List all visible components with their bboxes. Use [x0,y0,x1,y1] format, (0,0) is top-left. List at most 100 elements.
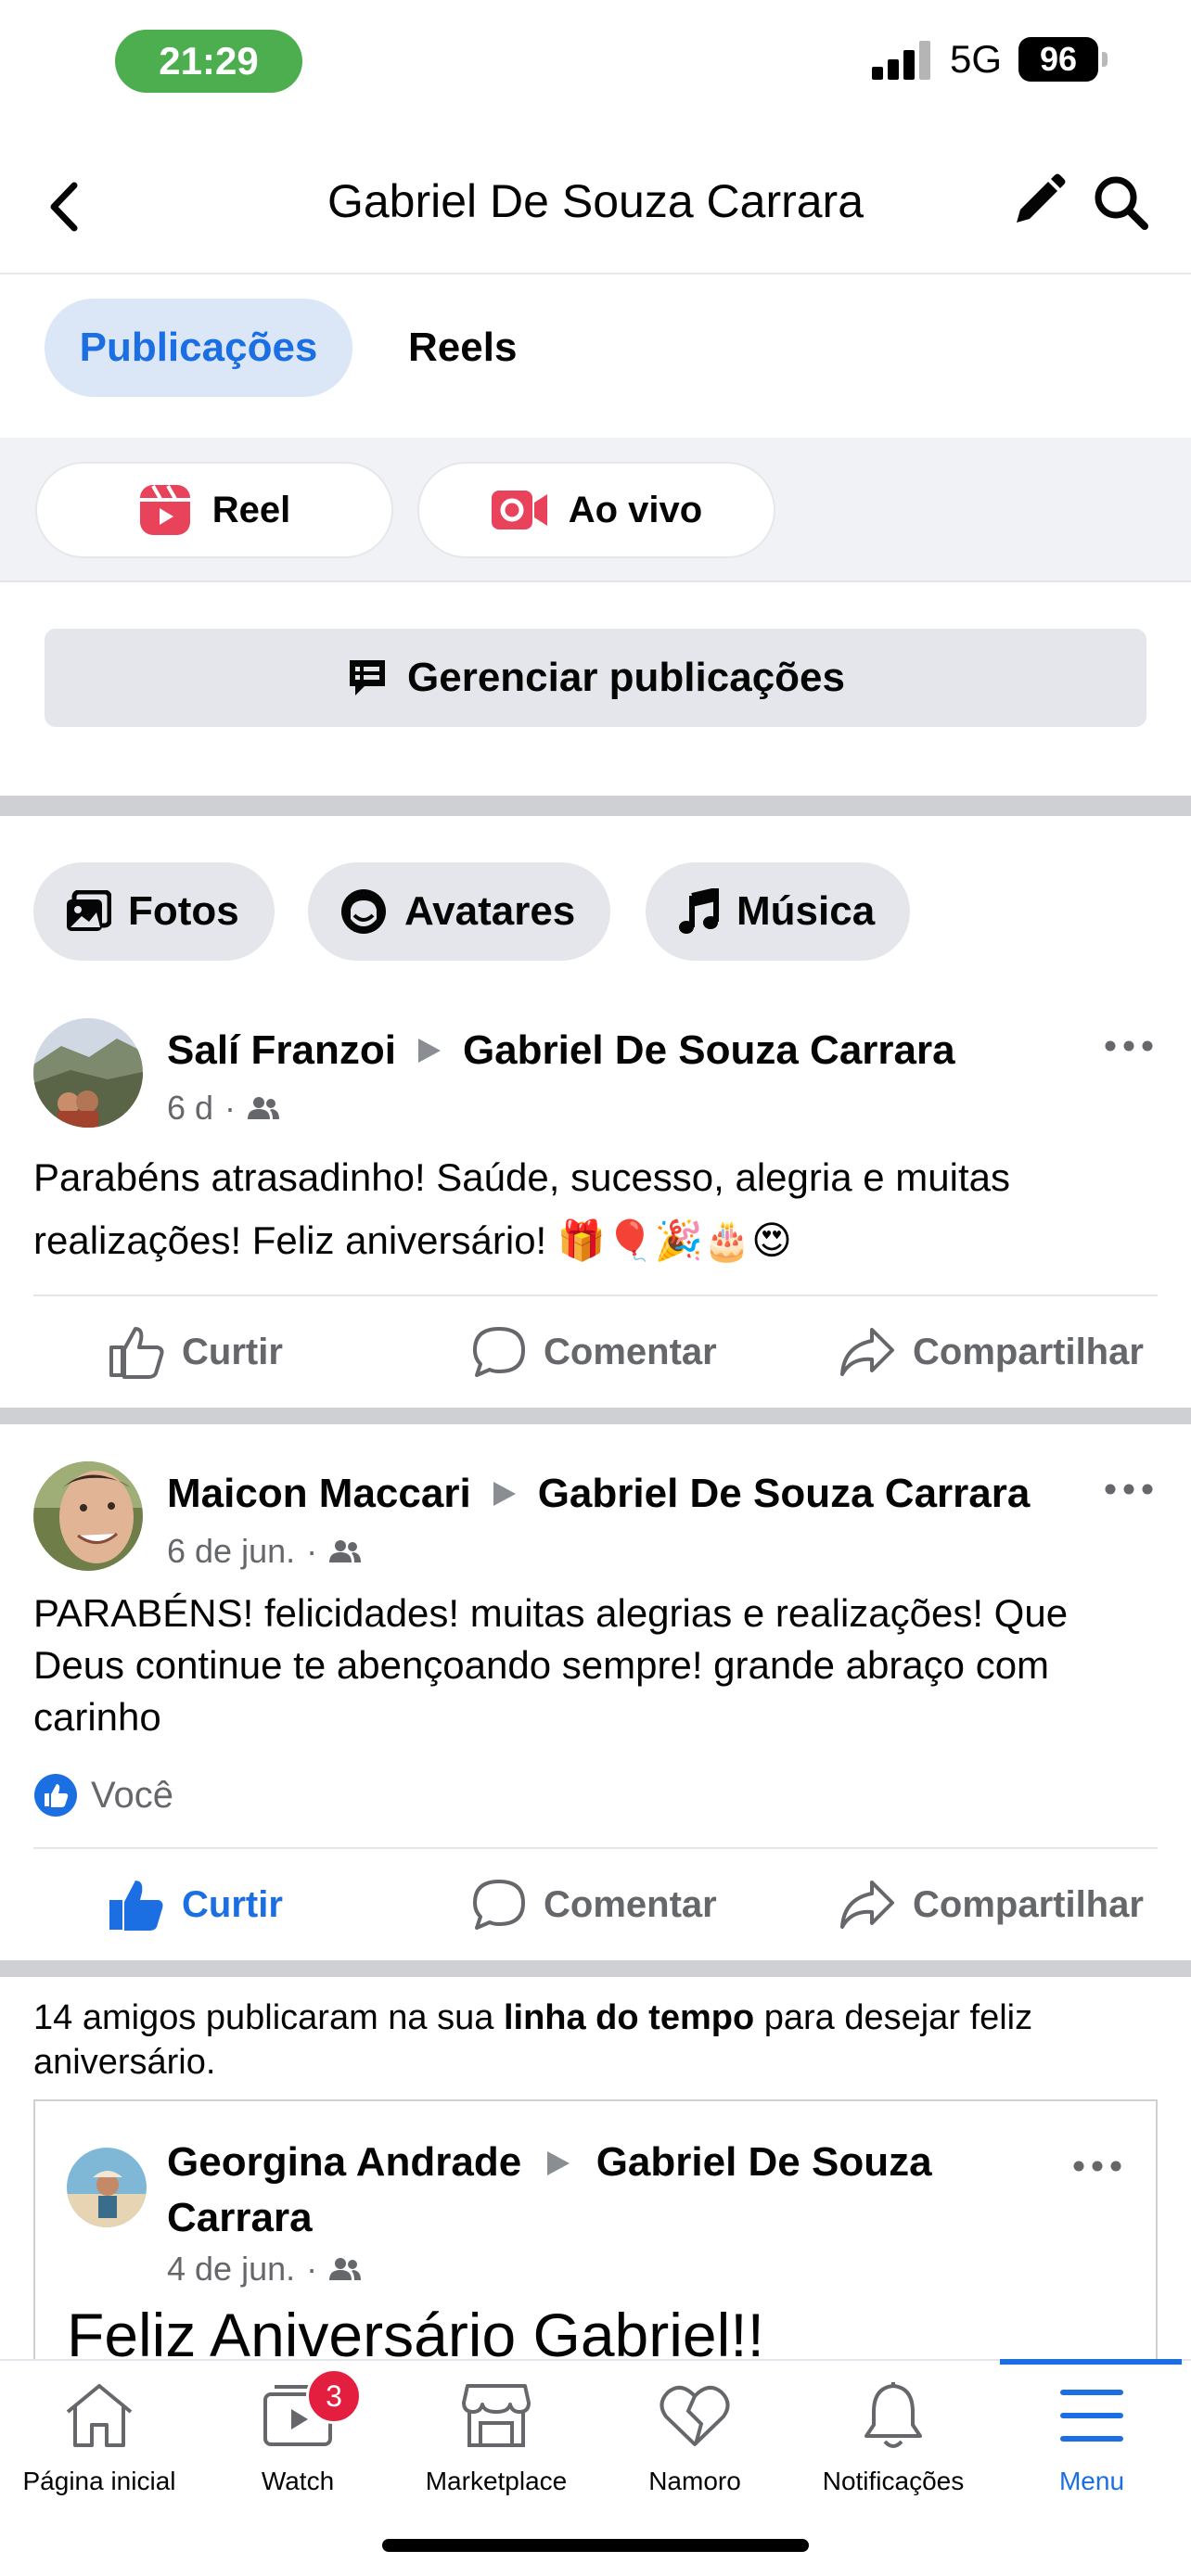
birthday-summary: 14 amigos publicaram na sua linha do tem… [33,1998,1033,2082]
music-icon [679,888,719,934]
share-button[interactable]: Compartilhar [839,1296,1144,1408]
post-time[interactable]: 4 de jun. [167,2250,295,2289]
post-header: Georgina Andrade Gabriel De Souza Carrar… [167,2135,1095,2246]
post-meta: 6 de jun. · [167,1532,362,1571]
post-target[interactable]: Gabriel De Souza [596,2139,932,2185]
comment-icon [473,1327,525,1377]
reel-icon [139,485,190,535]
friends-icon [329,2258,362,2280]
edit-icon[interactable] [1007,172,1067,232]
share-label: Compartilhar [913,1331,1144,1372]
signal-icon [871,41,930,80]
avatar-icon [341,889,386,934]
comment-icon [473,1880,525,1930]
create-reel-button[interactable]: Reel [35,462,393,558]
post-target[interactable]: Gabriel De Souza Carrara [463,1027,955,1074]
filter-photos-label: Fotos [128,888,239,934]
filter-music[interactable]: Música [646,862,911,961]
photos-icon [67,890,111,931]
post-author[interactable]: Salí Franzoi [167,1027,396,1074]
menu-icon [1060,2390,1123,2442]
live-label: Ao vivo [568,489,703,530]
like-button[interactable]: Curtir [108,1849,283,1960]
avatar[interactable] [33,1461,143,1571]
nav-home-label: Página inicial [22,2467,176,2495]
manage-posts-button[interactable]: Gerenciar publicações [45,629,1146,727]
section-divider [0,796,1191,816]
share-icon [840,1328,894,1376]
nav-notifications[interactable]: Notificações [794,2361,992,2528]
avatar-photo [33,1461,143,1571]
nav-dating[interactable]: Namoro [596,2361,794,2528]
tab-publicacoes[interactable]: Publicações [45,299,352,397]
filter-photos[interactable]: Fotos [33,862,275,961]
comment-button[interactable]: Comentar [471,1296,717,1408]
nav-watch-label: Watch [261,2467,335,2495]
like-reaction-icon [34,1774,77,1817]
like-label: Curtir [182,1883,283,1925]
more-options-icon[interactable] [1072,2157,1122,2175]
nav-marketplace-label: Marketplace [425,2467,568,2495]
avatar[interactable] [67,2148,147,2227]
comment-label: Comentar [544,1883,717,1925]
manage-posts-icon [350,660,385,695]
avatar-photo [33,1018,143,1128]
nav-dating-label: Namoro [648,2467,741,2495]
status-indicators: 5G 96 [871,37,1108,82]
filter-avatars[interactable]: Avatares [308,862,611,961]
post-time[interactable]: 6 d [167,1089,213,1128]
post-text: PARABÉNS! felicidades! muitas alegrias e… [33,1591,1069,1739]
like-icon [109,1327,164,1379]
network-type: 5G [949,37,1002,81]
nav-marketplace[interactable]: Marketplace [397,2361,596,2528]
home-indicator[interactable] [382,2539,809,2552]
live-video-icon [491,491,547,529]
nav-menu[interactable]: Menu [992,2361,1191,2528]
like-label: Curtir [182,1331,283,1372]
friends-icon [329,1540,362,1562]
status-time: 21:29 [115,30,302,93]
post-actions: Curtir Comentar Compartilhar [33,1847,1158,1958]
reaction-names: Você [91,1774,173,1816]
post-meta: 6 d · [167,1089,280,1128]
post-time[interactable]: 6 de jun. [167,1532,295,1571]
share-label: Compartilhar [913,1883,1144,1925]
search-icon[interactable] [1091,172,1152,234]
share-icon [840,1881,894,1929]
nav-menu-label: Menu [1058,2467,1125,2495]
go-live-button[interactable]: Ao vivo [417,462,775,558]
post-text: Parabéns atrasadinho! Saúde, sucesso, al… [33,1155,1010,1262]
reaction-summary[interactable]: Você [33,1773,173,1817]
filter-music-label: Música [736,888,876,934]
manage-posts-label: Gerenciar publicações [407,655,845,700]
post-target[interactable]: Gabriel De Souza Carrara [538,1471,1031,1517]
timeline-link[interactable]: linha do tempo [504,1998,754,2037]
reel-label: Reel [211,489,291,530]
arrow-right-icon [493,1482,516,1506]
avatar[interactable] [33,1018,143,1128]
post-divider [0,1960,1191,1977]
nav-watch[interactable]: 3 Watch [198,2361,397,2528]
post-header: Salí Franzoi Gabriel De Souza Carrara [167,1027,955,1074]
arrow-right-icon [547,2151,570,2175]
nested-post-card[interactable]: Georgina Andrade Gabriel De Souza Carrar… [33,2099,1158,2378]
avatar-photo [67,2148,147,2227]
like-filled-icon [109,1881,163,1931]
more-options-icon[interactable] [1104,1480,1154,1498]
create-bar: Reel Ao vivo [0,438,1191,582]
post-target-continued[interactable]: Carrara [167,2195,313,2240]
comment-button[interactable]: Comentar [471,1849,717,1960]
battery-level: 96 [1018,37,1108,82]
tab-reels[interactable]: Reels [408,299,517,397]
bell-icon [864,2382,922,2448]
notification-badge: 3 [306,2368,362,2424]
like-button[interactable]: Curtir [108,1296,283,1408]
post-actions: Curtir Comentar Compartilhar [33,1294,1158,1406]
more-options-icon[interactable] [1104,1037,1154,1055]
nav-home[interactable]: Página inicial [0,2361,198,2528]
share-button[interactable]: Compartilhar [839,1849,1144,1960]
post-author[interactable]: Georgina Andrade [167,2139,521,2185]
home-icon [66,2384,133,2447]
dating-icon [660,2385,730,2446]
post-author[interactable]: Maicon Maccari [167,1471,471,1517]
